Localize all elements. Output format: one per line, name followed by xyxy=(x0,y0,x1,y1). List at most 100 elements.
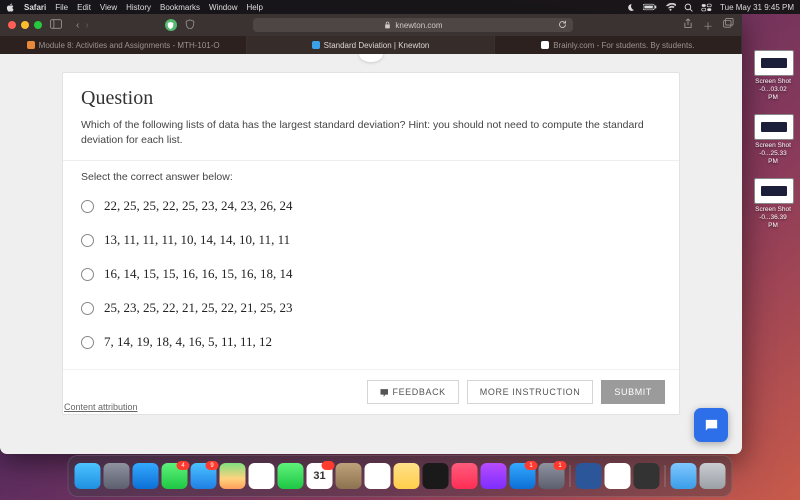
close-window[interactable] xyxy=(8,21,16,29)
sidebar-toggle-icon[interactable] xyxy=(50,19,62,32)
share-icon[interactable] xyxy=(683,18,693,33)
menu-bookmarks[interactable]: Bookmarks xyxy=(160,3,200,12)
tab-label: Standard Deviation | Knewton xyxy=(324,41,430,50)
tabs-icon[interactable] xyxy=(723,18,734,33)
option-text: 7, 14, 19, 18, 4, 16, 5, 11, 11, 12 xyxy=(104,334,272,350)
menu-view[interactable]: View xyxy=(100,3,117,12)
dock-notes-icon[interactable] xyxy=(394,463,420,489)
menu-edit[interactable]: Edit xyxy=(77,3,91,12)
dock-launchpad-icon[interactable] xyxy=(104,463,130,489)
dock-contacts-icon[interactable] xyxy=(336,463,362,489)
dock-music-icon[interactable] xyxy=(452,463,478,489)
dock-maps-icon[interactable] xyxy=(220,463,246,489)
fullscreen-window[interactable] xyxy=(34,21,42,29)
dock-folder-icon[interactable] xyxy=(671,463,697,489)
dock-calendar-icon[interactable]: 31 xyxy=(307,463,333,489)
tab-label: Brainly.com - For students. By students. xyxy=(553,41,694,50)
chat-icon xyxy=(703,417,720,434)
option-text: 13, 11, 11, 11, 10, 14, 14, 10, 11, 11 xyxy=(104,232,290,248)
page-content: Question Which of the following lists of… xyxy=(0,54,742,454)
menu-history[interactable]: History xyxy=(126,3,151,12)
tab-module8[interactable]: Module 8: Activities and Assignments - M… xyxy=(0,36,247,54)
option-row[interactable]: 22, 25, 25, 22, 25, 23, 24, 23, 26, 24 xyxy=(81,189,661,223)
dock-podcasts-icon[interactable] xyxy=(481,463,507,489)
dock-appstore-icon[interactable]: 1 xyxy=(510,463,536,489)
dock-chrome-icon[interactable] xyxy=(605,463,631,489)
menu-window[interactable]: Window xyxy=(209,3,237,12)
dock-reminders-icon[interactable] xyxy=(365,463,391,489)
radio-icon[interactable] xyxy=(81,336,94,349)
wifi-icon[interactable] xyxy=(665,3,676,12)
menu-help[interactable]: Help xyxy=(246,3,262,12)
options-list: 22, 25, 25, 22, 25, 23, 24, 23, 26, 24 1… xyxy=(63,189,679,369)
dock-finder-icon[interactable] xyxy=(75,463,101,489)
dock-facetime-icon[interactable] xyxy=(278,463,304,489)
content-attribution-link[interactable]: Content attribution xyxy=(62,394,140,412)
browser-toolbar: ‹ › knewton.com ＋ xyxy=(0,14,742,36)
favicon-canvas xyxy=(27,41,35,49)
forward-button[interactable]: › xyxy=(85,20,88,31)
more-instruction-button[interactable]: MORE INSTRUCTION xyxy=(467,380,594,404)
feedback-icon xyxy=(380,389,388,397)
desktop-file[interactable]: Screen Shot-0...03.02 PM xyxy=(754,50,792,101)
submit-button[interactable]: SUBMIT xyxy=(601,380,665,404)
option-row[interactable]: 16, 14, 15, 15, 16, 16, 15, 16, 18, 14 xyxy=(81,257,661,291)
radio-icon[interactable] xyxy=(81,234,94,247)
badge: 9 xyxy=(206,461,219,470)
badge: 1 xyxy=(554,461,567,470)
mac-menubar: Safari File Edit View History Bookmarks … xyxy=(0,0,800,14)
radio-icon[interactable] xyxy=(81,268,94,281)
option-row[interactable]: 7, 14, 19, 18, 4, 16, 5, 11, 11, 12 xyxy=(81,325,661,359)
menubar-clock[interactable]: Tue May 31 9:45 PM xyxy=(720,3,794,12)
tab-brainly[interactable]: Brainly.com - For students. By students. xyxy=(495,36,742,54)
back-button[interactable]: ‹ xyxy=(76,20,79,31)
dock-word-icon[interactable] xyxy=(576,463,602,489)
dock-safari-icon[interactable] xyxy=(133,463,159,489)
radio-icon[interactable] xyxy=(81,302,94,315)
privacy-shield-icon[interactable] xyxy=(165,19,177,31)
option-text: 16, 14, 15, 15, 16, 16, 15, 16, 18, 14 xyxy=(104,266,293,282)
dock-system-preferences-icon[interactable]: 1 xyxy=(539,463,565,489)
dock-calculator-icon[interactable] xyxy=(634,463,660,489)
tab-knewton[interactable]: Standard Deviation | Knewton xyxy=(247,36,494,54)
dock-mail-icon[interactable]: 9 xyxy=(191,463,217,489)
privacy-report-icon[interactable] xyxy=(185,19,195,32)
control-center-icon[interactable] xyxy=(701,3,712,12)
dock-photos-icon[interactable] xyxy=(249,463,275,489)
desktop-file[interactable]: Screen Shot-0...25.33 PM xyxy=(754,114,792,165)
favicon-knewton xyxy=(312,41,320,49)
safari-window: ‹ › knewton.com ＋ Module 8: Activities a… xyxy=(0,14,742,454)
radio-icon[interactable] xyxy=(81,200,94,213)
menu-file[interactable]: File xyxy=(55,3,68,12)
search-icon[interactable] xyxy=(684,3,693,12)
dock-messages-icon[interactable]: 4 xyxy=(162,463,188,489)
reload-icon[interactable] xyxy=(558,20,567,31)
address-bar[interactable]: knewton.com xyxy=(253,18,573,32)
window-controls xyxy=(8,21,42,29)
menubar-app[interactable]: Safari xyxy=(24,3,46,12)
dock-separator xyxy=(570,465,571,487)
feedback-button[interactable]: FEEDBACK xyxy=(367,380,458,404)
badge xyxy=(322,461,335,470)
lock-icon xyxy=(384,21,391,29)
badge: 1 xyxy=(525,461,538,470)
dock-trash-icon[interactable] xyxy=(700,463,726,489)
apple-icon[interactable] xyxy=(6,3,15,12)
minimize-window[interactable] xyxy=(21,21,29,29)
desktop-file[interactable]: Screen Shot-0...36.39 PM xyxy=(754,178,792,229)
question-prompt: Which of the following lists of data has… xyxy=(81,118,661,148)
badge: 4 xyxy=(177,461,190,470)
battery-icon[interactable] xyxy=(643,3,657,11)
dock-tv-icon[interactable] xyxy=(423,463,449,489)
action-bar: FEEDBACK MORE INSTRUCTION SUBMIT xyxy=(63,369,679,414)
chat-fab[interactable] xyxy=(694,408,728,442)
question-heading: Question xyxy=(81,87,661,110)
url-host: knewton.com xyxy=(395,21,442,30)
option-row[interactable]: 13, 11, 11, 11, 10, 14, 14, 10, 11, 11 xyxy=(81,223,661,257)
new-tab-icon[interactable]: ＋ xyxy=(703,18,713,33)
dock-separator xyxy=(665,465,666,487)
option-row[interactable]: 25, 23, 25, 22, 21, 25, 22, 21, 25, 23 xyxy=(81,291,661,325)
knewton-nub xyxy=(359,54,383,62)
file-label: Screen Shot-0...25.33 PM xyxy=(754,142,792,165)
dnd-icon[interactable] xyxy=(626,3,635,12)
